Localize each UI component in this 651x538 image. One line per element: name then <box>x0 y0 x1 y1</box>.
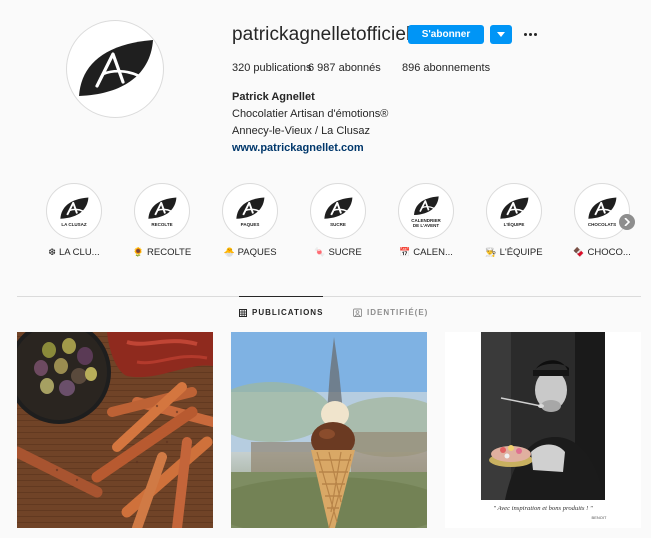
post-image <box>17 332 213 528</box>
tab-publications[interactable]: PUBLICATIONS <box>239 296 324 328</box>
profile-stats: 320 publications 6 987 abonnés 896 abonn… <box>232 62 490 74</box>
post-thumbnail[interactable]: " Avec inspiration et bons produits ! " … <box>445 332 641 528</box>
leaf-a-logo-icon <box>414 195 439 215</box>
highlight-cover-text: RECOLTE <box>151 221 173 227</box>
website-link[interactable]: www.patrickagnellet.com <box>232 140 388 157</box>
bio-line: Chocolatier Artisan d'émotions® <box>232 108 389 120</box>
grid-icon <box>239 308 247 317</box>
highlight-la-clusaz[interactable]: LA CLUSAZ ❆ LA CLU... <box>44 183 104 258</box>
highlight-label: RECOLTE <box>147 247 192 258</box>
leaf-a-logo-icon <box>236 197 265 219</box>
highlight-label: CHOCO... <box>587 247 631 258</box>
leaf-a-logo-icon <box>588 197 617 219</box>
tag-person-icon <box>353 308 362 317</box>
candy-icon: 🍬 <box>314 247 326 257</box>
following-count[interactable]: 896 abonnements <box>402 62 490 74</box>
highlight-cover: PAQUES <box>222 183 278 239</box>
calendar-icon: 📅 <box>399 247 411 257</box>
story-highlights: LA CLUSAZ ❆ LA CLU... RECOLTE 🌻 RECOLTE PA… <box>44 183 644 263</box>
highlight-cover-text: PAQUES <box>240 221 260 227</box>
chef-icon: 👨‍🍳 <box>485 247 497 257</box>
profile-username: patrickagnelletofficiel <box>232 24 411 45</box>
tab-label: PUBLICATIONS <box>252 308 324 317</box>
more-dots-icon <box>523 32 527 36</box>
highlight-cover: SUCRE <box>310 183 366 239</box>
highlight-cover-text: LA CLUSAZ <box>61 221 87 227</box>
post-thumbnail[interactable] <box>231 332 427 528</box>
tabs-divider <box>17 296 641 297</box>
profile-avatar[interactable] <box>66 20 164 118</box>
highlight-label: PAQUES <box>237 247 277 258</box>
leaf-a-logo-icon <box>500 197 529 219</box>
suggestions-dropdown-button[interactable] <box>490 25 512 44</box>
leaf-a-logo-icon <box>148 197 177 219</box>
chevron-right-icon <box>624 218 630 226</box>
highlights-next-button[interactable] <box>619 214 635 230</box>
leaf-a-logo-icon <box>60 197 89 219</box>
bio-line: Annecy-le-Vieux / La Clusaz <box>232 125 370 137</box>
highlight-cover: CHOCOLATS <box>574 183 630 239</box>
profile-full-name: Patrick Agnellet <box>232 91 315 103</box>
highlight-cover: L'ÉQUIPE <box>486 183 542 239</box>
highlight-label: SUCRE <box>328 247 362 258</box>
highlight-cover: LA CLUSAZ <box>46 183 102 239</box>
followers-count[interactable]: 6 987 abonnés <box>308 62 402 74</box>
chocolate-icon: 🍫 <box>573 247 585 257</box>
leaf-a-logo-icon <box>79 40 153 96</box>
sunflower-icon: 🌻 <box>132 247 145 257</box>
profile-bio: Patrick Agnellet Chocolatier Artisan d'é… <box>232 89 388 157</box>
post-thumbnail[interactable] <box>17 332 213 528</box>
highlight-cover-text: CHOCOLATS <box>587 221 617 227</box>
highlight-sucre[interactable]: SUCRE 🍬 SUCRE <box>308 183 368 258</box>
leaf-a-logo-icon <box>324 197 353 219</box>
highlight-cover-text: SUCRE <box>330 221 346 227</box>
chevron-down-icon <box>497 31 505 37</box>
post-quote: " Avec inspiration et bons produits ! " <box>493 505 593 512</box>
highlight-cover: CALENDRIER DE L'AVENT <box>398 183 454 239</box>
follow-button[interactable]: S'abonner <box>408 25 484 44</box>
snowflake-icon: ❆ <box>48 247 56 257</box>
tab-tagged[interactable]: IDENTIFIÉ(E) <box>353 296 428 328</box>
post-signature: BENOIT <box>592 515 607 520</box>
highlight-cover-text: CALENDRIER DE L'AVENT <box>411 217 441 228</box>
highlight-cover-text: L'ÉQUIPE <box>503 221 525 227</box>
post-image: " Avec inspiration et bons produits ! " … <box>445 332 641 528</box>
more-options-button[interactable] <box>520 26 540 42</box>
post-image <box>231 332 427 528</box>
highlight-calendrier[interactable]: CALENDRIER DE L'AVENT 📅 CALEN... <box>396 183 456 258</box>
highlight-label: L'ÉQUIPE <box>499 247 543 258</box>
highlight-cover: RECOLTE <box>134 183 190 239</box>
highlight-label: CALEN... <box>413 247 453 258</box>
tab-label: IDENTIFIÉ(E) <box>367 307 429 317</box>
highlight-equipe[interactable]: L'ÉQUIPE 👨‍🍳 L'ÉQUIPE <box>484 183 544 258</box>
highlight-recolte[interactable]: RECOLTE 🌻 RECOLTE <box>132 183 192 258</box>
posts-count: 320 publications <box>232 62 312 74</box>
chick-icon: 🐣 <box>223 247 235 257</box>
highlight-label: LA CLU... <box>58 247 100 258</box>
highlight-paques[interactable]: PAQUES 🐣 PAQUES <box>220 183 280 258</box>
